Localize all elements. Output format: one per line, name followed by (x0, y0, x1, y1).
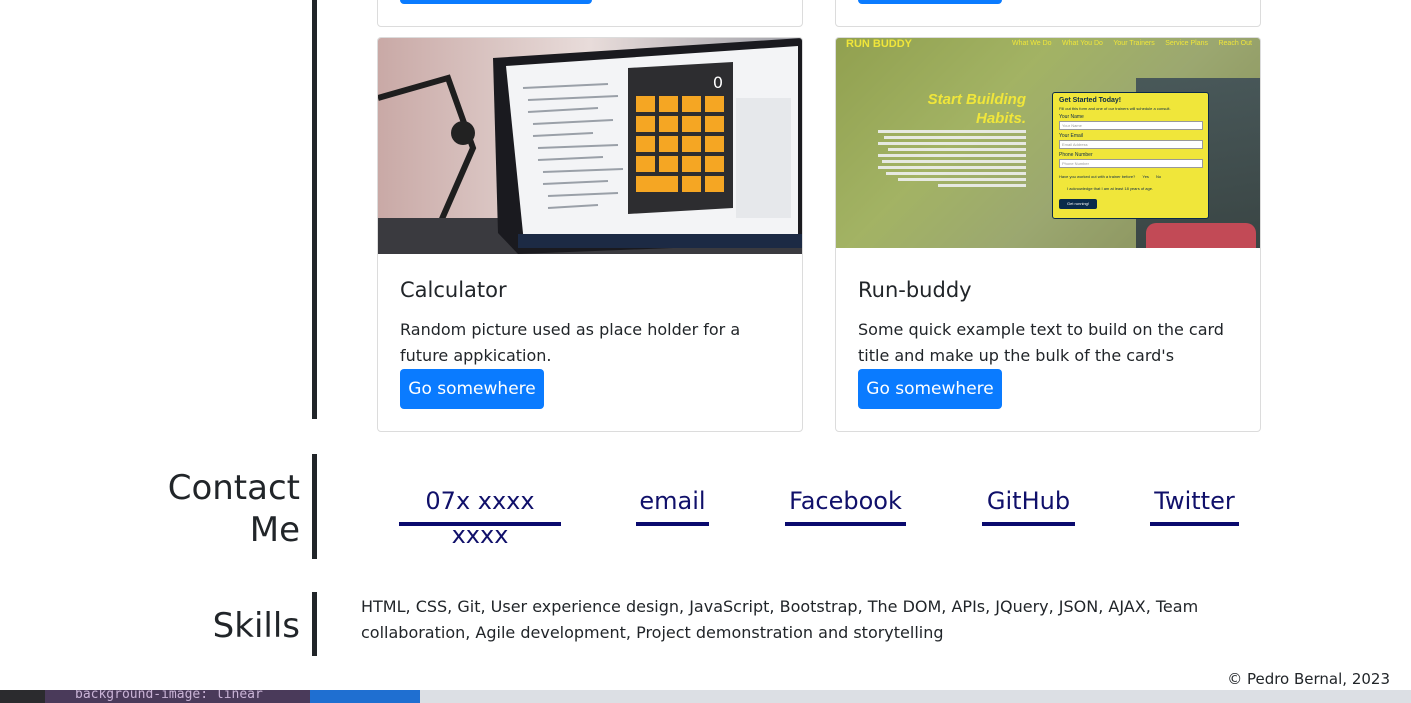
preview-phone-label: Phone Number (1059, 152, 1093, 158)
contact-email-link[interactable]: email (636, 484, 709, 526)
preview-heading-line: Habits. (975, 110, 1026, 127)
skills-divider (312, 592, 317, 656)
preview-no: No (1156, 174, 1162, 179)
preview-email-field: Email Address (1059, 140, 1203, 149)
card-title: Calculator (400, 278, 507, 302)
preview-question: Have you worked out with a trainer befor… (1059, 174, 1161, 179)
preview-brand: RUN BUDDY (846, 38, 912, 50)
editor-code-text: background-image: linear (75, 690, 263, 702)
go-somewhere-button[interactable] (400, 0, 592, 4)
project-card-calculator: 0 Calculator Random picture used as plac… (377, 37, 803, 432)
contact-title-line: Contact (167, 468, 300, 508)
editor-strip: background-image: linear (0, 690, 1411, 703)
preview-nav-item: Reach Out (1218, 40, 1252, 47)
preview-phone-field: Phone Number (1059, 159, 1203, 168)
calculator-image: 0 (378, 38, 802, 254)
contact-github-link[interactable]: GitHub (982, 484, 1075, 526)
preview-email-label: Your Email (1059, 133, 1083, 139)
preview-form-title: Get Started Today! (1059, 97, 1122, 104)
preview-yes: Yes (1142, 174, 1149, 179)
preview-heading: Start Building Habits. (928, 90, 1026, 128)
contact-phone-link[interactable]: 07x xxxx xxxx (399, 484, 561, 549)
go-somewhere-button[interactable] (858, 0, 1002, 4)
preview-filler-text (878, 130, 1026, 190)
preview-form-intro: Fill out this form and one of our traine… (1059, 106, 1171, 111)
preview-nav-item: What You Do (1062, 40, 1103, 47)
preview-nav: What We Do What You Do Your Trainers Ser… (1012, 40, 1252, 47)
contact-twitter-link[interactable]: Twitter (1150, 484, 1239, 526)
card-text: Random picture used as place holder for … (400, 320, 741, 365)
skills-title: Skills (212, 606, 300, 646)
preview-submit: Get running! (1059, 199, 1097, 209)
go-somewhere-button[interactable]: Go somewhere (858, 369, 1002, 409)
preview-name-label: Your Name (1059, 114, 1084, 120)
project-card-run-buddy: RUN BUDDY What We Do What You Do Your Tr… (835, 37, 1261, 432)
preview-nav-item: Your Trainers (1113, 40, 1155, 47)
footer-copyright: © Pedro Bernal, 2023 (1227, 670, 1390, 688)
preview-form: Get Started Today! Fill out this form an… (1052, 92, 1209, 219)
project-card-above-right (835, 0, 1261, 27)
projects-divider (312, 0, 317, 419)
preview-question-text: Have you worked out with a trainer befor… (1059, 174, 1136, 179)
contact-facebook-link[interactable]: Facebook (785, 484, 906, 526)
preview-ack: I acknowledge that I am at least 18 year… (1067, 186, 1154, 191)
preview-nav-item: Service Plans (1165, 40, 1209, 47)
preview-name-field: Your Name (1059, 121, 1203, 130)
project-card-above-left (377, 0, 803, 27)
contact-title-line: Me (249, 510, 300, 550)
contact-divider (312, 454, 317, 559)
calc-display: 0 (713, 73, 723, 92)
go-somewhere-button[interactable]: Go somewhere (400, 369, 544, 409)
card-title: Run-buddy (858, 278, 972, 302)
preview-nav-item: What We Do (1012, 40, 1052, 47)
preview-heading-line: Start Building (927, 91, 1026, 108)
contact-title: Contact Me (168, 467, 300, 551)
skills-list: HTML, CSS, Git, User experience design, … (361, 597, 1199, 642)
run-buddy-image: RUN BUDDY What We Do What You Do Your Tr… (836, 38, 1260, 248)
